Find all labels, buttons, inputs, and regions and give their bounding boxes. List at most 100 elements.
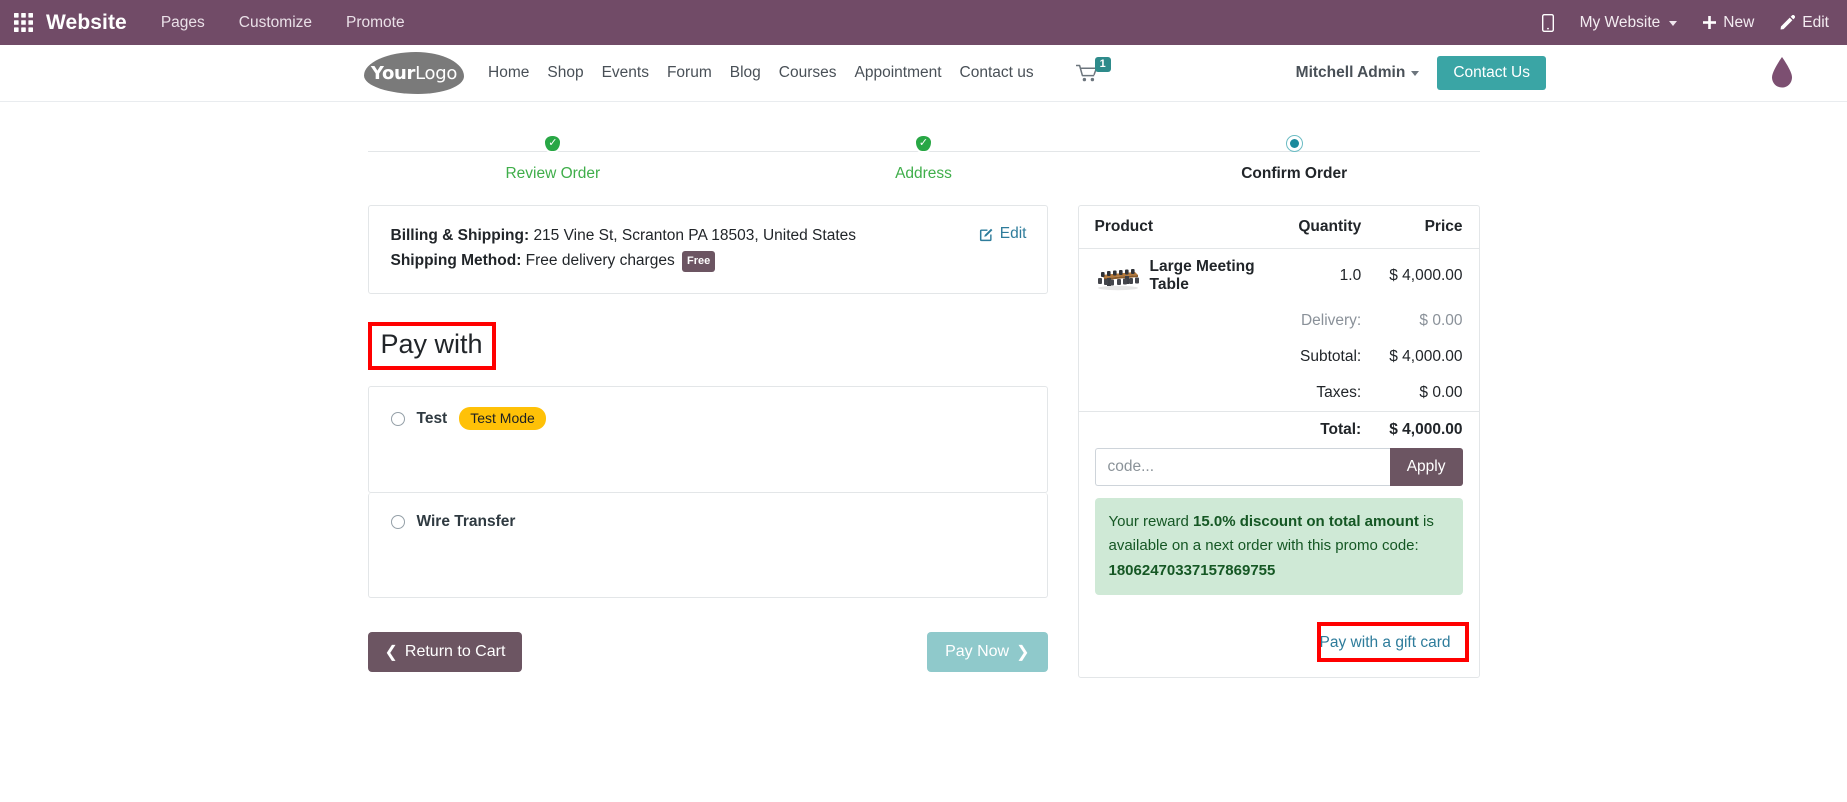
water-drop-icon[interactable] [1769,56,1795,90]
subtotal-label: Subtotal: [1300,348,1362,365]
admin-menu-customize[interactable]: Customize [239,14,312,32]
delivery-value: $ 0.00 [1419,312,1463,329]
reward-prefix: Your reward [1108,513,1193,530]
pay-with-gift-card-link[interactable]: Pay with a gift card [1308,627,1463,659]
nav-item-blog[interactable]: Blog [730,64,761,82]
nav-item-home[interactable]: Home [488,64,529,82]
user-menu[interactable]: Mitchell Admin [1296,64,1420,82]
nav-item-events[interactable]: Events [602,64,649,82]
edit-button-label: Edit [1802,13,1829,31]
logo-text-logo: Logo [415,62,458,84]
column-header-price: Price [1375,206,1479,249]
delivery-label: Delivery: [1300,312,1362,329]
address-summary-card: Billing & Shipping: 215 Vine St, Scranto… [367,205,1048,295]
step-label-address[interactable]: Address [738,165,1109,183]
radio-test-provider[interactable] [390,411,405,426]
payment-option-label-test[interactable]: Test [417,410,448,428]
step-label-review-order[interactable]: Review Order [368,165,739,183]
return-to-cart-label: Return to Cart [404,643,506,661]
shipping-method-value: Free delivery charges [525,252,675,270]
website-selector-label: My Website [1579,13,1661,31]
admin-menu-promote[interactable]: Promote [346,14,405,32]
table-row-total: Total: $ 4,000.00 [1078,411,1479,448]
order-summary-table: Product Quantity Price Large Meeting Tab… [1078,206,1479,448]
site-nav: Home Shop Events Forum Blog Courses Appo… [488,56,1111,83]
nav-item-shop[interactable]: Shop [547,64,583,82]
column-header-quantity: Quantity [1284,206,1376,249]
nav-item-courses[interactable]: Courses [779,64,837,82]
checkout-actions: ❮ Return to Cart Pay Now ❯ [367,632,1048,673]
chevron-right-icon: ❯ [1016,644,1030,662]
billing-shipping-label: Billing & Shipping: [390,227,530,244]
apply-promo-button[interactable]: Apply [1389,448,1463,486]
step-dot-wrap [1109,130,1480,156]
product-quantity: 1.0 [1339,267,1362,284]
free-shipping-badge: Free [682,250,716,273]
radio-wire-transfer[interactable] [390,515,405,530]
cart-button[interactable]: 1 [1075,56,1111,83]
step-review-order[interactable]: ✓ Review Order [368,130,739,183]
checkout-columns: Billing & Shipping: 215 Vine St, Scranto… [367,205,1480,678]
logo-text-your: Your [370,62,416,84]
billing-shipping-value: 215 Vine St, Scranton PA 18503, United S… [533,227,857,244]
pay-with-heading: Pay with [380,329,483,360]
admin-menu-pages[interactable]: Pages [161,14,205,32]
table-row-product: Large Meeting Table 1.0 $ 4,000.00 [1079,249,1479,304]
check-circle-icon: ✓ [543,133,563,153]
nav-item-contact-us[interactable]: Contact us [960,64,1034,82]
checkout-page: ✓ Review Order ✓ Address Confirm Order B… [0,102,1847,802]
chevron-left-icon: ❮ [384,644,398,662]
header-right: Mitchell Admin Contact Us [1296,56,1847,90]
shipping-method-label: Shipping Method: [390,252,522,270]
apps-grid-icon[interactable] [0,13,46,32]
nav-item-appointment[interactable]: Appointment [855,64,942,82]
logo-blob-shape: Your Logo [364,52,464,94]
edit-address-link[interactable]: Edit [979,225,1027,243]
column-header-product: Product [1078,206,1285,249]
contact-us-button[interactable]: Contact Us [1437,56,1546,90]
site-logo[interactable]: Your Logo [364,51,464,95]
admin-brand-website[interactable]: Website [46,11,127,35]
nav-item-forum[interactable]: Forum [667,64,712,82]
promo-code-input[interactable] [1094,448,1390,486]
check-circle-icon: ✓ [914,133,933,153]
pay-now-button[interactable]: Pay Now ❯ [927,632,1048,673]
step-address[interactable]: ✓ Address [738,130,1109,183]
step-dot-wrap: ✓ [738,130,1109,156]
taxes-label: Taxes: [1316,384,1362,401]
chevron-down-icon [1411,70,1420,76]
payment-option-wire-transfer[interactable]: Wire Transfer [367,493,1048,599]
total-value: $ 4,000.00 [1375,411,1479,448]
shipping-method-line: Shipping Method: Free delivery charges F… [391,248,1025,273]
large-meeting-table-photo [1094,259,1141,293]
admin-bar-right: My Website New Edit [1541,13,1847,32]
reward-highlight: 15.0% discount on total amount [1193,513,1419,530]
return-to-cart-button[interactable]: ❮ Return to Cart [367,632,523,673]
odoo-admin-bar: Website Pages Customize Promote My Websi… [0,0,1847,45]
payment-option-test[interactable]: Test Test Mode [367,386,1048,494]
payment-option-label-wire-transfer[interactable]: Wire Transfer [417,513,516,531]
new-button[interactable]: New [1703,14,1754,32]
order-summary-head: Product Quantity Price [1078,206,1479,249]
mobile-preview-icon[interactable] [1541,13,1554,32]
table-row-subtotal: Subtotal: $ 4,000.00 [1079,339,1479,375]
product-name: Large Meeting Table [1149,258,1255,293]
checkout-stepper: ✓ Review Order ✓ Address Confirm Order [367,102,1480,183]
step-dot-wrap: ✓ [368,130,739,156]
edit-button[interactable]: Edit [1780,14,1829,32]
chevron-down-icon [1669,21,1678,26]
test-mode-badge: Test Mode [459,407,546,431]
giftcard-row: Pay with a gift card [1079,611,1479,677]
subtotal-value: $ 4,000.00 [1389,348,1463,365]
edit-square-icon [979,228,993,241]
reward-message: Your reward 15.0% discount on total amou… [1094,498,1463,595]
order-summary-body: Large Meeting Table 1.0 $ 4,000.00 Deliv… [1078,249,1479,448]
pay-now-label: Pay Now [945,643,1010,661]
table-row-taxes: Taxes: $ 0.00 [1079,375,1479,412]
website-selector[interactable]: My Website [1580,14,1678,32]
billing-shipping-line: Billing & Shipping: 215 Vine St, Scranto… [391,223,1025,248]
plus-icon [1703,16,1717,29]
product-cell-inner: Large Meeting Table [1094,258,1271,294]
order-summary-column: Product Quantity Price Large Meeting Tab… [1077,205,1480,678]
product-price: $ 4,000.00 [1389,267,1463,284]
